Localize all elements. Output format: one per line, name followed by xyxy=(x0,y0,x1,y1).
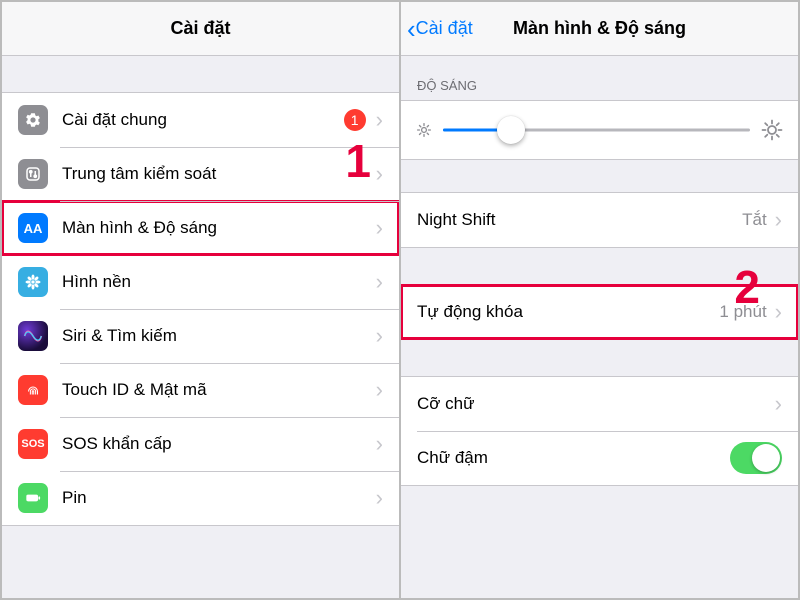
row-night-shift[interactable]: Night Shift Tắt › xyxy=(401,193,798,247)
row-general[interactable]: Cài đặt chung 1 › xyxy=(2,93,399,147)
row-bold-text: Chữ đậm xyxy=(401,431,798,485)
row-label: Touch ID & Mật mã xyxy=(62,380,376,400)
battery-icon xyxy=(18,483,48,513)
row-label: SOS khẩn cấp xyxy=(62,434,376,454)
chevron-right-icon: › xyxy=(376,431,383,457)
row-control-center[interactable]: Trung tâm kiểm soát › xyxy=(2,147,399,201)
row-label: Siri & Tìm kiếm xyxy=(62,326,376,346)
chevron-right-icon: › xyxy=(376,107,383,133)
row-label: Night Shift xyxy=(417,210,742,230)
gear-icon xyxy=(18,105,48,135)
row-label: Cài đặt chung xyxy=(62,110,344,130)
row-value: 1 phút xyxy=(719,302,766,322)
row-label: Màn hình & Độ sáng xyxy=(62,218,376,238)
row-sos[interactable]: SOS SOS khẩn cấp › xyxy=(2,417,399,471)
chevron-right-icon: › xyxy=(376,269,383,295)
row-wallpaper[interactable]: Hình nền › xyxy=(2,255,399,309)
back-button[interactable]: ‹ Cài đặt xyxy=(407,16,473,42)
chevron-left-icon: ‹ xyxy=(407,16,416,42)
siri-icon xyxy=(18,321,48,351)
row-auto-lock[interactable]: Tự động khóa 1 phút › xyxy=(401,285,798,339)
row-battery[interactable]: Pin › xyxy=(2,471,399,525)
brightness-row xyxy=(401,100,798,160)
fingerprint-icon xyxy=(18,375,48,405)
display-title: Màn hình & Độ sáng xyxy=(513,18,686,39)
chevron-right-icon: › xyxy=(775,391,782,417)
row-siri[interactable]: Siri & Tìm kiếm › xyxy=(2,309,399,363)
settings-group: Cài đặt chung 1 › Trung tâm kiểm soát › … xyxy=(2,92,399,526)
chevron-right-icon: › xyxy=(376,485,383,511)
chevron-right-icon: › xyxy=(376,323,383,349)
row-label: Trung tâm kiểm soát xyxy=(62,164,376,184)
row-label: Pin xyxy=(62,488,376,508)
row-label: Chữ đậm xyxy=(417,448,730,468)
sos-icon: SOS xyxy=(18,429,48,459)
display-header: ‹ Cài đặt Màn hình & Độ sáng xyxy=(401,2,798,56)
row-value: Tắt xyxy=(742,210,767,230)
settings-pane: Cài đặt Cài đặt chung 1 › Trung tâm kiểm… xyxy=(2,2,401,598)
chevron-right-icon: › xyxy=(775,207,782,233)
settings-title: Cài đặt xyxy=(170,18,230,39)
brightness-header: ĐỘ SÁNG xyxy=(401,56,798,100)
bold-text-switch[interactable] xyxy=(730,442,782,474)
display-pane: ‹ Cài đặt Màn hình & Độ sáng ĐỘ SÁNG Nig… xyxy=(401,2,798,598)
sun-small-icon xyxy=(415,121,433,139)
brightness-slider[interactable] xyxy=(443,116,750,144)
display-icon: AA xyxy=(18,213,48,243)
row-touchid[interactable]: Touch ID & Mật mã › xyxy=(2,363,399,417)
sliders-icon xyxy=(18,159,48,189)
chevron-right-icon: › xyxy=(376,377,383,403)
sun-large-icon xyxy=(760,118,784,142)
row-display-brightness[interactable]: AA Màn hình & Độ sáng › xyxy=(2,201,399,255)
chevron-right-icon: › xyxy=(376,215,383,241)
row-text-size[interactable]: Cỡ chữ › xyxy=(401,377,798,431)
row-label: Tự động khóa xyxy=(417,302,719,322)
row-label: Hình nền xyxy=(62,272,376,292)
chevron-right-icon: › xyxy=(775,299,782,325)
settings-header: Cài đặt xyxy=(2,2,399,56)
chevron-right-icon: › xyxy=(376,161,383,187)
back-label: Cài đặt xyxy=(416,18,473,39)
badge: 1 xyxy=(344,109,366,131)
row-label: Cỡ chữ xyxy=(417,394,775,414)
flower-icon xyxy=(18,267,48,297)
